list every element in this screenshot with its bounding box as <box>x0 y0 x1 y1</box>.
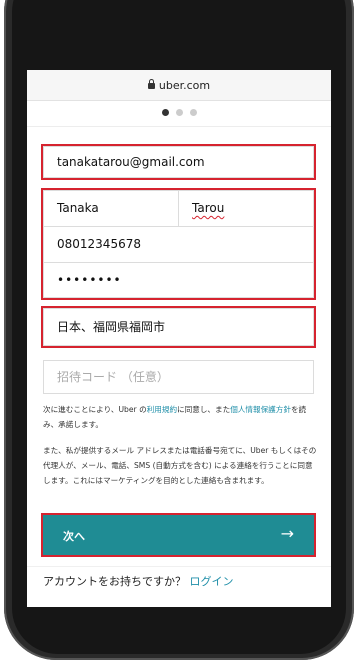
address-highlight <box>41 306 316 348</box>
login-link[interactable]: ログイン <box>190 575 234 588</box>
group-highlight <box>41 188 316 300</box>
page-dot-3[interactable] <box>189 108 197 116</box>
page-dot-1[interactable] <box>161 108 169 116</box>
address-bar[interactable]: uber.com <box>27 70 331 101</box>
page-indicator <box>27 102 331 122</box>
divider <box>27 126 331 127</box>
divider <box>27 566 331 567</box>
terms-text: 次に進むことにより、Uber の利用規約に同意し、また個人情報保護方針を読み、承… <box>43 402 317 432</box>
privacy-policy-link[interactable]: 個人情報保護方針 <box>230 405 291 414</box>
url-text: uber.com <box>158 78 211 92</box>
page-dot-2[interactable] <box>175 108 183 116</box>
consent-text: また、私が提供するメール アドレスまたは電話番号宛てに、Uber もしくはその代… <box>43 446 317 485</box>
terms-mid: に同意し、また <box>177 405 231 414</box>
email-highlight <box>41 144 316 180</box>
terms-of-use-link[interactable]: 利用規約 <box>147 405 177 414</box>
lock-icon <box>147 79 155 89</box>
next-highlight <box>41 513 316 557</box>
terms-prefix: 次に進むことにより、Uber の <box>43 405 147 414</box>
invite-code-input[interactable]: 招待コード （任意） <box>43 360 314 394</box>
phone-screen: uber.com tanakatarou@gmail.com Tanaka Ta… <box>27 70 331 607</box>
login-prompt-text: アカウントをお持ちですか？ <box>43 575 186 588</box>
login-prompt: アカウントをお持ちですか？ ログイン <box>27 566 331 589</box>
